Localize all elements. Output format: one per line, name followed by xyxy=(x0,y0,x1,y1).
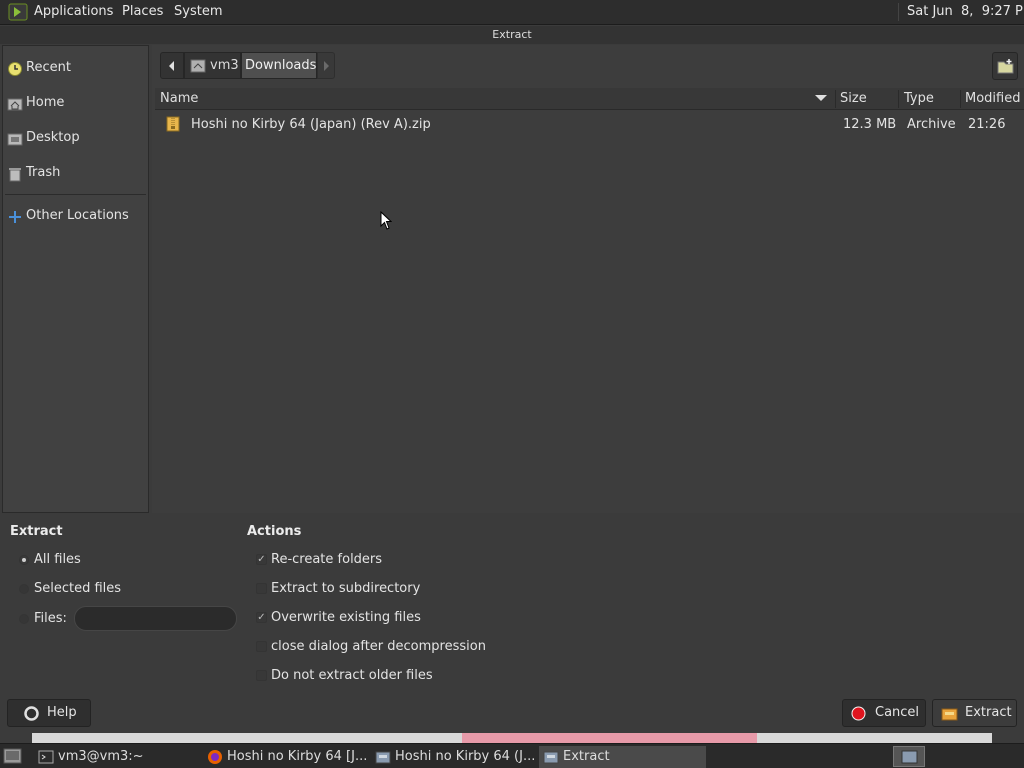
top-panel: Applications Places System Sat Jun 8, 9:… xyxy=(0,0,1024,25)
new-folder-icon xyxy=(997,59,1014,74)
archive-manager-icon xyxy=(375,751,391,764)
extract-button[interactable]: Extract xyxy=(932,699,1017,727)
files-pattern-radio[interactable] xyxy=(19,614,29,624)
file-chooser-pane: vm3 Downloads Name Size Type Modified Ho… xyxy=(152,45,1024,513)
sidebar-item-desktop[interactable]: Desktop xyxy=(3,126,148,152)
column-type[interactable]: Type xyxy=(904,91,934,106)
cancel-button[interactable]: Cancel xyxy=(842,699,926,727)
plus-icon xyxy=(9,211,21,223)
file-list-header: Name Size Type Modified xyxy=(155,88,1024,110)
sidebar-item-label: Desktop xyxy=(26,130,80,145)
taskbar-item-label: Hoshi no Kirby 64 (J... xyxy=(395,749,536,764)
taskbar-item-extract[interactable]: Extract xyxy=(539,746,706,768)
sidebar-item-label: Recent xyxy=(26,60,71,75)
taskbar-item-firefox[interactable]: Hoshi no Kirby 64 [J... xyxy=(203,746,368,768)
taskbar-item-label: Hoshi no Kirby 64 [J... xyxy=(227,749,368,764)
places-sidebar: Recent Home Desktop Trash Other Location… xyxy=(2,45,149,513)
selected-files-label[interactable]: Selected files xyxy=(34,581,121,596)
help-button[interactable]: Help xyxy=(7,699,91,727)
terminal-icon xyxy=(38,750,54,764)
create-folder-button[interactable] xyxy=(992,52,1018,80)
menu-places[interactable]: Places xyxy=(122,4,163,19)
mouse-pointer-icon xyxy=(380,211,392,230)
path-scroll-right-button[interactable] xyxy=(317,52,335,79)
cancel-stop-icon xyxy=(851,706,866,721)
do-not-extract-older-checkbox[interactable] xyxy=(256,670,267,681)
path-segment-label: vm3 xyxy=(210,58,239,73)
clock[interactable]: Sat Jun 8, 9:27 PM xyxy=(907,4,1024,19)
file-name: Hoshi no Kirby 64 (Japan) (Rev A).zip xyxy=(191,117,431,132)
applications-logo-icon[interactable] xyxy=(8,3,28,21)
cancel-button-label: Cancel xyxy=(875,705,920,720)
taskbar-item-terminal[interactable]: vm3@vm3:~ xyxy=(34,746,194,768)
column-separator xyxy=(960,90,961,108)
sidebar-item-home[interactable]: Home xyxy=(3,91,148,117)
taskbar-item-archive-manager[interactable]: Hoshi no Kirby 64 (J... xyxy=(371,746,536,768)
chevron-right-icon xyxy=(324,61,329,71)
close-dialog-checkbox[interactable] xyxy=(256,641,267,652)
sidebar-item-label: Home xyxy=(26,95,65,110)
sidebar-item-trash[interactable]: Trash xyxy=(3,161,148,187)
sidebar-item-recent[interactable]: Recent xyxy=(3,56,148,82)
home-folder-icon xyxy=(190,59,206,73)
firefox-icon xyxy=(208,750,222,764)
sidebar-item-label: Trash xyxy=(26,165,61,180)
file-modified: 21:26 xyxy=(968,117,1006,132)
desktop-window-glimpse-image xyxy=(462,733,757,743)
extract-archive-icon xyxy=(941,708,958,721)
table-row[interactable]: Hoshi no Kirby 64 (Japan) (Rev A).zip 12… xyxy=(155,111,1024,137)
path-segment-vm3[interactable]: vm3 xyxy=(184,52,241,79)
all-files-radio[interactable] xyxy=(19,555,29,565)
column-modified[interactable]: Modified xyxy=(965,91,1020,106)
overwrite-existing-checkbox[interactable]: ✓ xyxy=(256,612,267,623)
show-desktop-icon[interactable] xyxy=(3,747,22,765)
selected-files-radio[interactable] xyxy=(19,584,29,594)
taskbar-item-label: Extract xyxy=(563,749,610,764)
recreate-folders-label[interactable]: Re-create folders xyxy=(271,552,382,567)
zip-archive-icon xyxy=(166,116,180,132)
path-scroll-left-button[interactable] xyxy=(160,52,184,79)
actions-section-title: Actions xyxy=(247,524,302,539)
extract-section-title: Extract xyxy=(10,524,63,539)
files-pattern-input[interactable] xyxy=(74,606,237,631)
sidebar-item-other-locations[interactable]: Other Locations xyxy=(3,204,148,230)
overwrite-existing-label[interactable]: Overwrite existing files xyxy=(271,610,421,625)
bottom-taskbar: vm3@vm3:~ Hoshi no Kirby 64 [J... Hoshi … xyxy=(0,743,1024,768)
extract-to-subdirectory-label[interactable]: Extract to subdirectory xyxy=(271,581,420,596)
workspace-window-icon xyxy=(901,750,918,764)
menu-system[interactable]: System xyxy=(174,4,222,19)
close-dialog-label[interactable]: close dialog after decompression xyxy=(271,639,486,654)
dialog-title: Extract xyxy=(0,26,1024,44)
column-separator xyxy=(898,90,899,108)
sort-descending-icon[interactable] xyxy=(815,95,827,101)
file-type: Archive xyxy=(907,117,956,132)
clock-icon xyxy=(8,62,22,76)
file-size: 12.3 MB xyxy=(843,117,897,132)
column-size[interactable]: Size xyxy=(840,91,867,106)
do-not-extract-older-label[interactable]: Do not extract older files xyxy=(271,668,433,683)
desktop-folder-icon xyxy=(7,133,23,146)
panel-separator xyxy=(898,3,899,21)
all-files-label[interactable]: All files xyxy=(34,552,81,567)
extract-button-label: Extract xyxy=(965,705,1012,720)
files-pattern-label[interactable]: Files: xyxy=(34,611,67,626)
recreate-folders-checkbox[interactable]: ✓ xyxy=(256,554,267,565)
path-segment-label: Downloads xyxy=(245,58,317,73)
taskbar-item-label: vm3@vm3:~ xyxy=(58,749,144,764)
column-separator xyxy=(835,90,836,108)
sidebar-item-label: Other Locations xyxy=(26,208,129,223)
help-button-label: Help xyxy=(47,705,77,720)
path-segment-downloads[interactable]: Downloads xyxy=(241,52,317,79)
archive-manager-icon xyxy=(543,751,559,764)
home-folder-icon xyxy=(7,98,23,111)
column-name[interactable]: Name xyxy=(160,91,198,106)
help-lifebuoy-icon xyxy=(24,706,39,721)
workspace-switcher[interactable] xyxy=(893,746,925,767)
trash-icon xyxy=(9,168,21,182)
extract-options-panel: Extract All files Selected files Files: … xyxy=(0,514,1024,742)
menu-applications[interactable]: Applications xyxy=(34,4,113,19)
extract-to-subdirectory-checkbox[interactable] xyxy=(256,583,267,594)
sidebar-separator xyxy=(5,194,146,195)
chevron-left-icon xyxy=(169,61,174,71)
